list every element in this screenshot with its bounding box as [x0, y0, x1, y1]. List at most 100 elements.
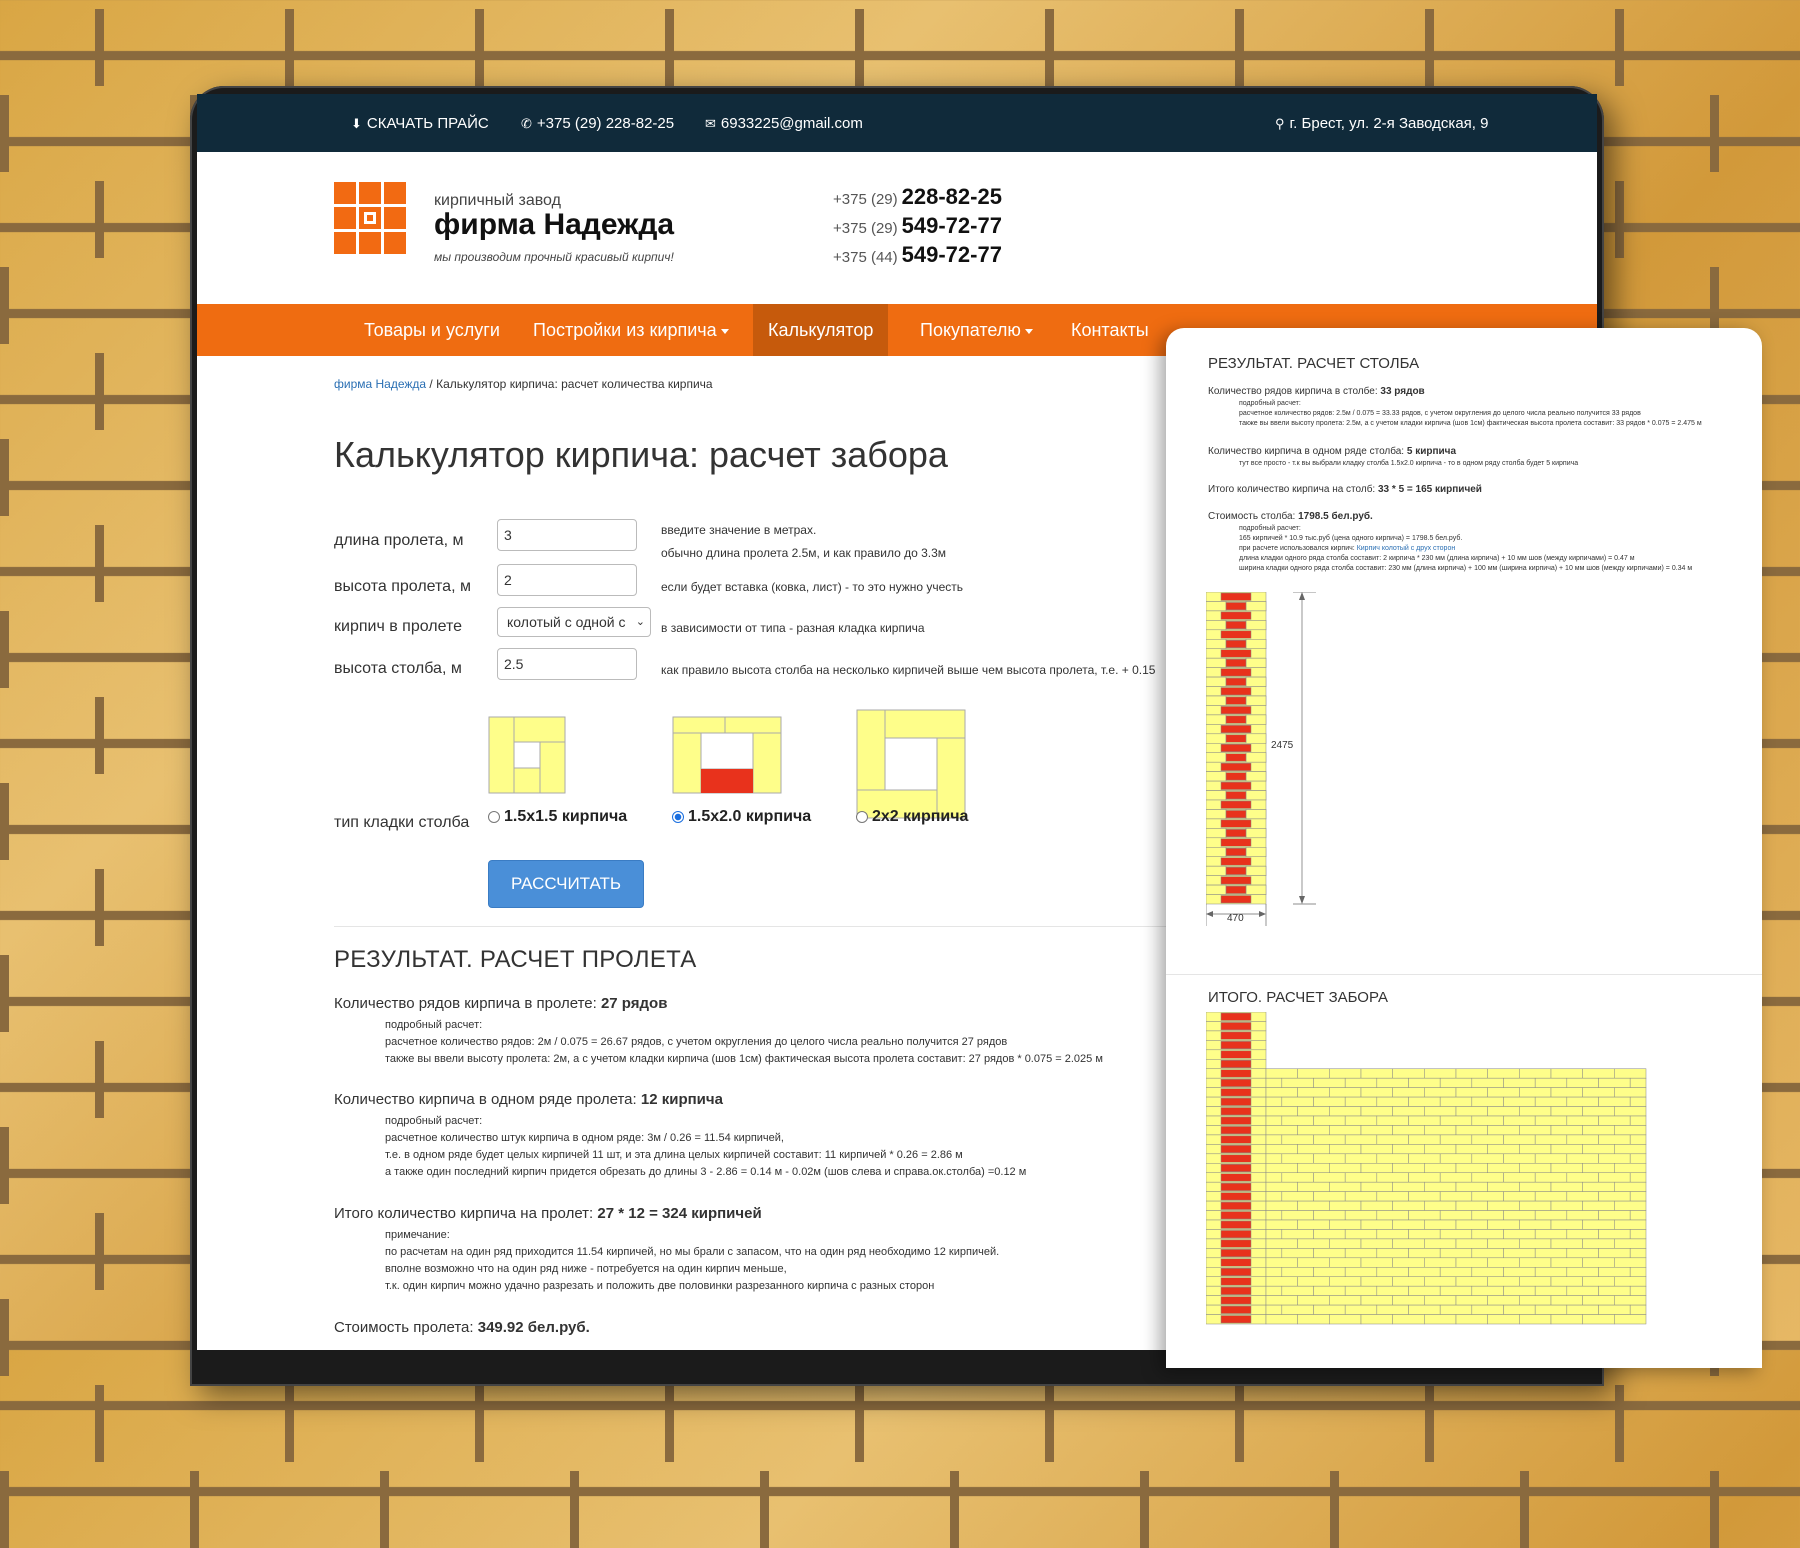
fence-span-brick: [1519, 1200, 1552, 1211]
masonry-option-2[interactable]: 1.5x2.0 кирпича: [672, 808, 811, 826]
pillar-brick: [1245, 657, 1267, 668]
pillar-brick-red: [1220, 895, 1252, 904]
fence-span-brick: [1424, 1219, 1457, 1230]
fence-pillar-brick-red: [1220, 1154, 1252, 1163]
fence-drawing: [1206, 1012, 1647, 1325]
span-note-3: т.к. один кирпич можно удачно разрезать …: [385, 1280, 935, 1292]
fence-span-brick: [1598, 1229, 1631, 1240]
pillar-brick-red: [1220, 706, 1252, 715]
fence-span-brick: [1487, 1125, 1520, 1136]
fence-span-brick: [1519, 1163, 1552, 1173]
fence-span-brick: [1471, 1191, 1504, 1202]
span-length-hint-2: обычно длина пролета 2.5м, и как правило…: [661, 546, 947, 560]
radio-button[interactable]: [856, 811, 868, 823]
pillar-cost-1: 165 кирпичей * 10.9 тыс.руб (цена одного…: [1239, 535, 1463, 542]
phone-2[interactable]: +375 (29) 549-72-77: [833, 213, 1002, 242]
breadcrumb-home[interactable]: фирма Надежда: [334, 377, 426, 391]
download-price-link[interactable]: ⬇ СКАЧАТЬ ПРАЙС: [351, 115, 489, 132]
fence-span-brick: [1344, 1229, 1378, 1240]
fence-span-brick: [1487, 1238, 1520, 1249]
top-phone-link[interactable]: ✆ +375 (29) 228-82-25: [521, 115, 674, 132]
span-per-row-3: а также один последний кирпич придется о…: [385, 1166, 1027, 1178]
masonry-2x2-diagram[interactable]: [856, 709, 966, 819]
fence-span-brick: [1455, 1144, 1488, 1155]
fence-pillar-brick-red: [1220, 1107, 1252, 1116]
masonry-option-1[interactable]: 1.5x1.5 кирпича: [488, 808, 627, 826]
fence-span-brick: [1534, 1134, 1568, 1145]
fence-span-brick: [1281, 1304, 1314, 1315]
masonry-1-5x1-5-diagram[interactable]: [488, 716, 566, 794]
chevron-down-icon: ⌄: [635, 616, 645, 628]
fence-span-brick: [1265, 1144, 1298, 1155]
fence-span-brick: [1614, 1068, 1647, 1079]
fence-span-brick: [1455, 1276, 1488, 1287]
fence-span-brick: [1297, 1238, 1330, 1249]
nav-contacts[interactable]: Контакты: [1056, 304, 1164, 356]
fence-span-brick: [1281, 1248, 1314, 1259]
fence-span-brick: [1265, 1163, 1298, 1173]
fence-span-brick: [1329, 1163, 1362, 1173]
pillar-brick-red: [1225, 658, 1247, 667]
fence-span-brick: [1534, 1077, 1568, 1088]
span-note-2: вполне возможно что на один ряд ниже - п…: [385, 1263, 787, 1275]
pillar-brick-red: [1225, 791, 1247, 800]
nav-buyer[interactable]: Покупателю: [905, 304, 1048, 356]
fence-span-brick: [1424, 1087, 1457, 1098]
fence-span-brick: [1297, 1144, 1330, 1155]
fence-span-brick: [1360, 1106, 1393, 1117]
fence-span-brick: [1503, 1115, 1536, 1126]
pillar-brick: [1245, 752, 1267, 763]
fence-span-brick: [1487, 1219, 1520, 1230]
fence-span-brick: [1598, 1153, 1631, 1164]
span-rows-detail-head: подробный расчет:: [385, 1019, 483, 1031]
fence-span-brick: [1439, 1210, 1473, 1221]
fence-span-brick: [1360, 1125, 1393, 1136]
brand-name[interactable]: фирма Надежда: [434, 208, 674, 242]
span-height-input[interactable]: 2: [497, 564, 637, 596]
brick-link[interactable]: Кирпич колотый с друх сторон: [1357, 545, 1456, 552]
pillar-brick-red: [1220, 781, 1252, 790]
fence-span-brick: [1598, 1077, 1631, 1088]
pillar-brick-red: [1225, 640, 1247, 648]
fence-span-brick: [1344, 1115, 1378, 1126]
phone-3[interactable]: +375 (44) 549-72-77: [833, 242, 1002, 271]
pillar-height-input[interactable]: 2.5: [497, 648, 637, 680]
fence-pillar-brick-red: [1220, 1060, 1252, 1068]
fence-span-brick: [1281, 1191, 1314, 1202]
fence-span-brick: [1360, 1181, 1393, 1192]
nav-buildings[interactable]: Постройки из кирпича: [518, 304, 744, 356]
nav-calculator[interactable]: Калькулятор: [753, 304, 889, 356]
company-logo[interactable]: [334, 182, 406, 254]
fence-span-brick: [1566, 1248, 1599, 1259]
pillar-cost-2: при расчете использовался кирпич: Кирпич…: [1239, 545, 1456, 552]
radio-button-selected[interactable]: [672, 811, 684, 823]
fence-span-brick: [1598, 1134, 1631, 1145]
fence-span-brick: [1439, 1172, 1473, 1183]
fence-span-brick: [1313, 1096, 1346, 1107]
fence-span-brick: [1534, 1210, 1568, 1221]
breadcrumb: фирма Надежда / Калькулятор кирпича: рас…: [334, 377, 713, 391]
calculate-button[interactable]: РАССЧИТАТЬ: [488, 860, 644, 908]
brick-type-select[interactable]: колотый с одной с ⌄: [497, 607, 651, 637]
fence-span-brick: [1455, 1068, 1488, 1079]
top-email-link[interactable]: ✉ 6933225@gmail.com: [705, 115, 863, 132]
pillar-result-title: РЕЗУЛЬТАТ. РАСЧЕТ СТОЛБА: [1208, 355, 1420, 372]
masonry-1-5x2-0-diagram[interactable]: [672, 716, 782, 794]
nav-goods[interactable]: Товары и услуги: [349, 304, 515, 356]
fence-span-brick: [1598, 1172, 1631, 1183]
fence-span-brick: [1629, 1191, 1647, 1202]
pillar-height-hint: как правило высота столба на несколько к…: [661, 663, 1156, 677]
fence-span-brick: [1471, 1229, 1504, 1240]
fence-span-brick: [1392, 1314, 1425, 1325]
fence-span-brick: [1598, 1304, 1631, 1315]
span-length-input[interactable]: 3: [497, 519, 637, 551]
fence-pillar-brick-red: [1220, 1135, 1252, 1144]
fence-span-brick: [1629, 1096, 1647, 1107]
masonry-option-3[interactable]: 2x2 кирпича: [856, 808, 968, 826]
fence-span-brick: [1313, 1285, 1346, 1296]
radio-button[interactable]: [488, 811, 500, 823]
pillar-brick: [1206, 639, 1227, 649]
fence-pillar-brick-red: [1220, 1126, 1252, 1135]
phone-1[interactable]: +375 (29) 228-82-25: [833, 184, 1002, 213]
fence-span-brick: [1297, 1163, 1330, 1173]
